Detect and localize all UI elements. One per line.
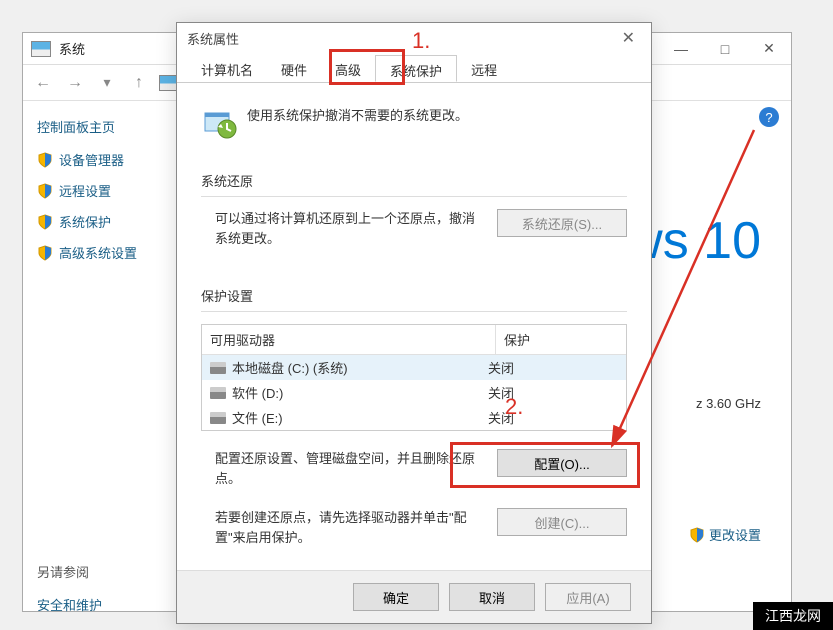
system-icon — [31, 41, 51, 57]
sidebar-item-advanced[interactable]: 高级系统设置 — [37, 243, 168, 262]
sidebar-footer: 另请参阅 安全和维护 — [37, 562, 168, 614]
protect-section-label: 保护设置 — [201, 286, 627, 305]
up-chevron-icon: ▾ — [95, 71, 119, 95]
system-properties-dialog: 系统属性 ✕ 计算机名 硬件 高级 系统保护 远程 使用系统保护撤消不需要的系统… — [176, 22, 652, 624]
sidebar-header: 控制面板主页 — [37, 117, 168, 136]
dialog-title: 系统属性 — [187, 29, 239, 48]
sidebar-item-protection[interactable]: 系统保护 — [37, 212, 168, 231]
sidebar: 控制面板主页 设备管理器 远程设置 系统保护 高级系统设置 另请参阅 安全和维护 — [23, 101, 183, 611]
apply-button[interactable]: 应用(A) — [545, 583, 631, 611]
sidebar-item-remote[interactable]: 远程设置 — [37, 181, 168, 200]
tab-advanced[interactable]: 高级 — [321, 55, 375, 82]
drive-name: 软件 (D:) — [232, 383, 283, 402]
see-also-label: 另请参阅 — [37, 562, 168, 581]
minimize-button[interactable]: — — [659, 34, 703, 64]
restore-icon — [201, 105, 237, 141]
annotation-number-2: 2. — [505, 394, 523, 420]
dialog-close-button[interactable]: ✕ — [616, 28, 641, 48]
drive-row-c[interactable]: 本地磁盘 (C:) (系统) 关闭 — [202, 355, 626, 380]
header-drive: 可用驱动器 — [202, 325, 496, 354]
configure-text: 配置还原设置、管理磁盘空间，并且删除还原点。 — [201, 449, 481, 488]
shield-icon — [37, 152, 53, 168]
shield-icon — [37, 245, 53, 261]
tab-remote[interactable]: 远程 — [457, 55, 511, 82]
shield-icon — [689, 527, 705, 543]
cpu-info: z 3.60 GHz — [696, 396, 761, 411]
watermark: 江西龙网 — [753, 602, 833, 630]
maximize-button[interactable]: □ — [703, 34, 747, 64]
forward-button[interactable]: → — [63, 71, 87, 95]
drive-table: 可用驱动器 保护 本地磁盘 (C:) (系统) 关闭 软件 (D:) 关闭 文件… — [201, 324, 627, 431]
drive-icon — [210, 362, 226, 374]
divider — [201, 311, 627, 312]
divider — [201, 196, 627, 197]
sidebar-item-label: 设备管理器 — [59, 150, 124, 169]
annotation-number-1: 1. — [412, 28, 430, 54]
drive-row-e[interactable]: 文件 (E:) 关闭 — [202, 405, 626, 430]
shield-icon — [37, 214, 53, 230]
drive-name: 本地磁盘 (C:) (系统) — [232, 358, 348, 377]
sidebar-item-label: 远程设置 — [59, 181, 111, 200]
up-button[interactable]: ↑ — [127, 71, 151, 95]
change-settings-link[interactable]: 更改设置 — [689, 525, 761, 544]
create-button[interactable]: 创建(C)... — [497, 508, 627, 536]
dialog-body: 使用系统保护撤消不需要的系统更改。 系统还原 可以通过将计算机还原到上一个还原点… — [177, 83, 651, 577]
sidebar-item-label: 系统保护 — [59, 212, 111, 231]
sidebar-item-device-manager[interactable]: 设备管理器 — [37, 150, 168, 169]
create-text: 若要创建还原点，请先选择驱动器并单击"配置"来启用保护。 — [201, 508, 481, 547]
restore-section-label: 系统还原 — [201, 171, 627, 190]
cancel-button[interactable]: 取消 — [449, 583, 535, 611]
configure-button[interactable]: 配置(O)... — [497, 449, 627, 477]
intro-text: 使用系统保护撤消不需要的系统更改。 — [247, 105, 468, 141]
back-button[interactable]: ← — [31, 71, 55, 95]
drive-icon — [210, 412, 226, 424]
restore-text: 可以通过将计算机还原到上一个还原点，撤消系统更改。 — [201, 209, 481, 248]
drive-row-d[interactable]: 软件 (D:) 关闭 — [202, 380, 626, 405]
tab-system-protection[interactable]: 系统保护 — [375, 55, 457, 82]
intro-row: 使用系统保护撤消不需要的系统更改。 — [201, 105, 627, 141]
drive-status: 关闭 — [488, 358, 618, 377]
tab-computer-name[interactable]: 计算机名 — [187, 55, 267, 82]
dialog-footer: 确定 取消 应用(A) — [177, 570, 651, 623]
tabs: 计算机名 硬件 高级 系统保护 远程 — [177, 53, 651, 83]
shield-icon — [37, 183, 53, 199]
system-restore-button[interactable]: 系统还原(S)... — [497, 209, 627, 237]
drive-icon — [210, 387, 226, 399]
ok-button[interactable]: 确定 — [353, 583, 439, 611]
change-settings-label: 更改设置 — [709, 525, 761, 544]
tab-hardware[interactable]: 硬件 — [267, 55, 321, 82]
drive-table-header: 可用驱动器 保护 — [202, 325, 626, 355]
drive-name: 文件 (E:) — [232, 408, 283, 427]
close-button[interactable]: ✕ — [747, 34, 791, 64]
header-protection: 保护 — [496, 325, 626, 354]
sidebar-item-label: 高级系统设置 — [59, 243, 137, 262]
security-maintenance-link[interactable]: 安全和维护 — [37, 595, 168, 614]
